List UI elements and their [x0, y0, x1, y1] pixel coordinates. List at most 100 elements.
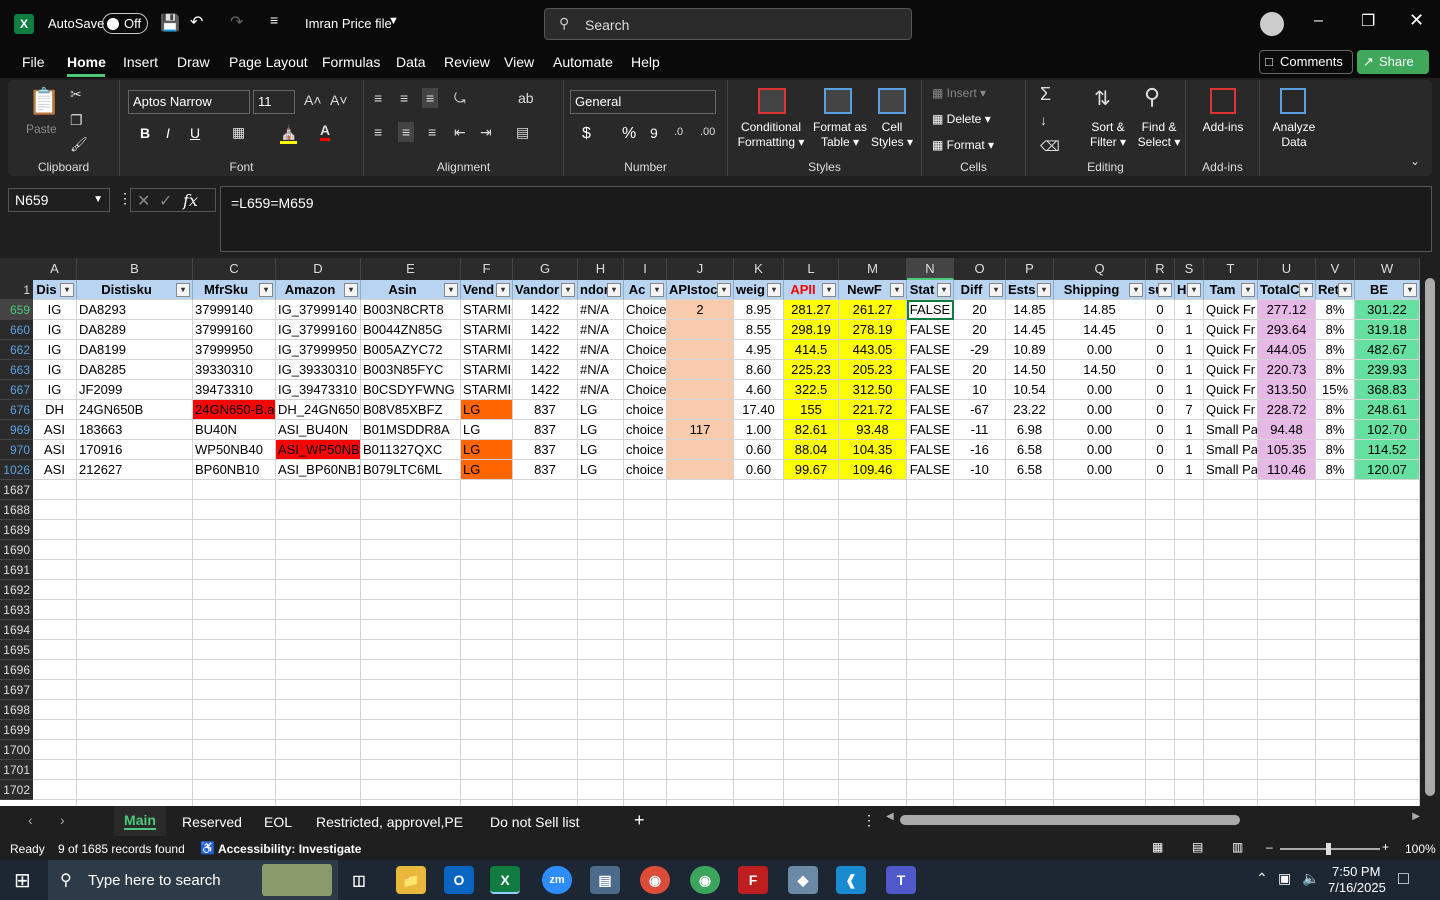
table-cell[interactable]: IG_39330310 — [276, 360, 361, 380]
column-header-g[interactable]: G — [513, 258, 578, 280]
table-cell[interactable]: 0 — [1146, 340, 1175, 360]
table-cell[interactable]: 837 — [513, 460, 578, 480]
filter-dropdown-icon[interactable]: ▾ — [1241, 283, 1255, 297]
table-cell[interactable]: LG — [578, 420, 624, 440]
analyze-data-button[interactable]: Analyze Data — [1266, 120, 1322, 150]
tab-formulas[interactable]: Formulas — [322, 54, 380, 70]
header-cell[interactable]: Ests ▾ — [1006, 280, 1054, 300]
table-cell[interactable]: Quick Fr — [1204, 400, 1258, 420]
table-cell[interactable]: 8% — [1316, 400, 1355, 420]
header-cell[interactable]: Vend ▾ — [461, 280, 513, 300]
row-header[interactable]: 1 — [0, 280, 33, 300]
table-cell[interactable]: 4.95 — [734, 340, 784, 360]
row-header[interactable]: 1695 — [0, 640, 33, 660]
table-cell[interactable]: 837 — [513, 400, 578, 420]
table-cell[interactable]: LG — [461, 440, 513, 460]
table-cell[interactable]: 8% — [1316, 320, 1355, 340]
table-cell[interactable] — [667, 340, 734, 360]
cancel-icon[interactable]: ✕ — [137, 191, 150, 211]
column-header-s[interactable]: S — [1175, 258, 1204, 280]
percent-button[interactable]: % — [622, 126, 636, 142]
filter-dropdown-icon[interactable]: ▾ — [717, 283, 731, 297]
sheet-tab-eol[interactable]: EOL — [264, 814, 292, 830]
filter-dropdown-icon[interactable]: ▾ — [344, 283, 358, 297]
table-cell[interactable]: 105.35 — [1258, 440, 1316, 460]
outlook-icon[interactable]: O — [444, 866, 474, 894]
filter-dropdown-icon[interactable]: ▾ — [1299, 283, 1313, 297]
table-cell[interactable]: B0CSDYFWNG — [361, 380, 461, 400]
paste-button[interactable]: Paste — [26, 122, 57, 137]
column-header-q[interactable]: Q — [1054, 258, 1146, 280]
table-cell[interactable]: Small Pa — [1204, 440, 1258, 460]
tab-data[interactable]: Data — [396, 54, 426, 70]
sheet-tab-reserved[interactable]: Reserved — [182, 814, 242, 830]
table-cell[interactable]: IG_37999160 — [276, 320, 361, 340]
table-cell[interactable]: 23.22 — [1006, 400, 1054, 420]
table-cell[interactable]: FALSE — [907, 380, 954, 400]
filter-active-icon[interactable]: ▾ — [937, 283, 951, 297]
table-cell[interactable]: 8.55 — [734, 320, 784, 340]
table-cell[interactable]: #N/A — [578, 360, 624, 380]
table-cell[interactable]: 114.52 — [1355, 440, 1420, 460]
table-cell[interactable]: Choice — [624, 340, 667, 360]
table-cell[interactable]: 170916 — [77, 440, 193, 460]
column-header-r[interactable]: R — [1146, 258, 1175, 280]
row-header[interactable]: 1693 — [0, 600, 33, 620]
table-cell[interactable]: BP60NB10 — [193, 460, 276, 480]
table-cell[interactable]: 99.67 — [784, 460, 839, 480]
table-cell[interactable]: B0044ZN85G — [361, 320, 461, 340]
redo-icon[interactable]: ↷ — [230, 12, 243, 32]
table-cell[interactable]: #N/A — [578, 340, 624, 360]
table-cell[interactable]: 1422 — [513, 360, 578, 380]
row-header[interactable]: 1702 — [0, 780, 33, 800]
conditional-formatting-button[interactable]: Conditional Formatting ▾ — [732, 120, 810, 150]
table-cell[interactable]: 1422 — [513, 380, 578, 400]
table-cell[interactable]: 301.22 — [1355, 300, 1420, 320]
table-cell[interactable]: 14.45 — [1054, 320, 1146, 340]
table-cell[interactable]: 205.23 — [839, 360, 907, 380]
table-cell[interactable]: 183663 — [77, 420, 193, 440]
filter-dropdown-icon[interactable]: ▾ — [444, 283, 458, 297]
app-icon[interactable]: ◆ — [788, 866, 818, 894]
header-cell[interactable]: Dis ▾ — [33, 280, 77, 300]
filter-dropdown-icon[interactable]: ▾ — [496, 283, 510, 297]
horizontal-scrollbar[interactable]: ◀ ▶ — [886, 811, 1420, 826]
vscode-icon[interactable]: ❰ — [836, 866, 866, 894]
vertical-scrollbar-thumb[interactable] — [1425, 278, 1435, 796]
header-cell[interactable]: MfrSku ▾ — [193, 280, 276, 300]
table-cell[interactable]: FALSE — [907, 400, 954, 420]
file-explorer-icon[interactable]: 📁 — [396, 866, 426, 894]
table-cell[interactable]: 14.50 — [1054, 360, 1146, 380]
table-cell[interactable]: LG — [461, 460, 513, 480]
table-cell[interactable] — [667, 320, 734, 340]
table-cell[interactable]: B011327QXC — [361, 440, 461, 460]
header-cell[interactable]: Vandor ▾ — [513, 280, 578, 300]
filter-dropdown-icon[interactable]: ▾ — [1158, 283, 1172, 297]
table-cell[interactable]: 15% — [1316, 380, 1355, 400]
align-bottom-icon[interactable]: ≡ — [422, 88, 439, 108]
table-cell[interactable]: 8% — [1316, 420, 1355, 440]
table-cell[interactable]: STARMIC — [461, 300, 513, 320]
decrease-indent-icon[interactable]: ⇤ — [454, 124, 466, 141]
row-header[interactable]: 1689 — [0, 520, 33, 540]
table-cell[interactable]: 312.50 — [839, 380, 907, 400]
tab-help[interactable]: Help — [631, 54, 660, 70]
row-header[interactable]: 1700 — [0, 740, 33, 760]
row-header[interactable]: 1687 — [0, 480, 33, 500]
row-header[interactable]: 970 — [0, 440, 33, 460]
fill-icon[interactable]: ↓ — [1040, 112, 1047, 128]
header-cell[interactable]: Ac ▾ — [624, 280, 667, 300]
more-options-icon[interactable]: ⋮ — [862, 812, 876, 829]
windows-start-icon[interactable]: ⊞ — [14, 868, 31, 893]
table-cell[interactable]: LG — [578, 440, 624, 460]
table-cell[interactable]: DH_24GN650- — [276, 400, 361, 420]
table-cell[interactable]: -67 — [954, 400, 1006, 420]
user-avatar[interactable] — [1260, 12, 1284, 36]
table-cell[interactable]: LG — [461, 420, 513, 440]
table-cell[interactable]: 443.05 — [839, 340, 907, 360]
scroll-right-icon[interactable]: ▶ — [1412, 811, 1420, 822]
table-cell[interactable]: 313.50 — [1258, 380, 1316, 400]
format-as-table-button[interactable]: Format as Table ▾ — [812, 120, 868, 150]
table-cell[interactable]: 1 — [1175, 440, 1204, 460]
row-header[interactable]: 969 — [0, 420, 33, 440]
